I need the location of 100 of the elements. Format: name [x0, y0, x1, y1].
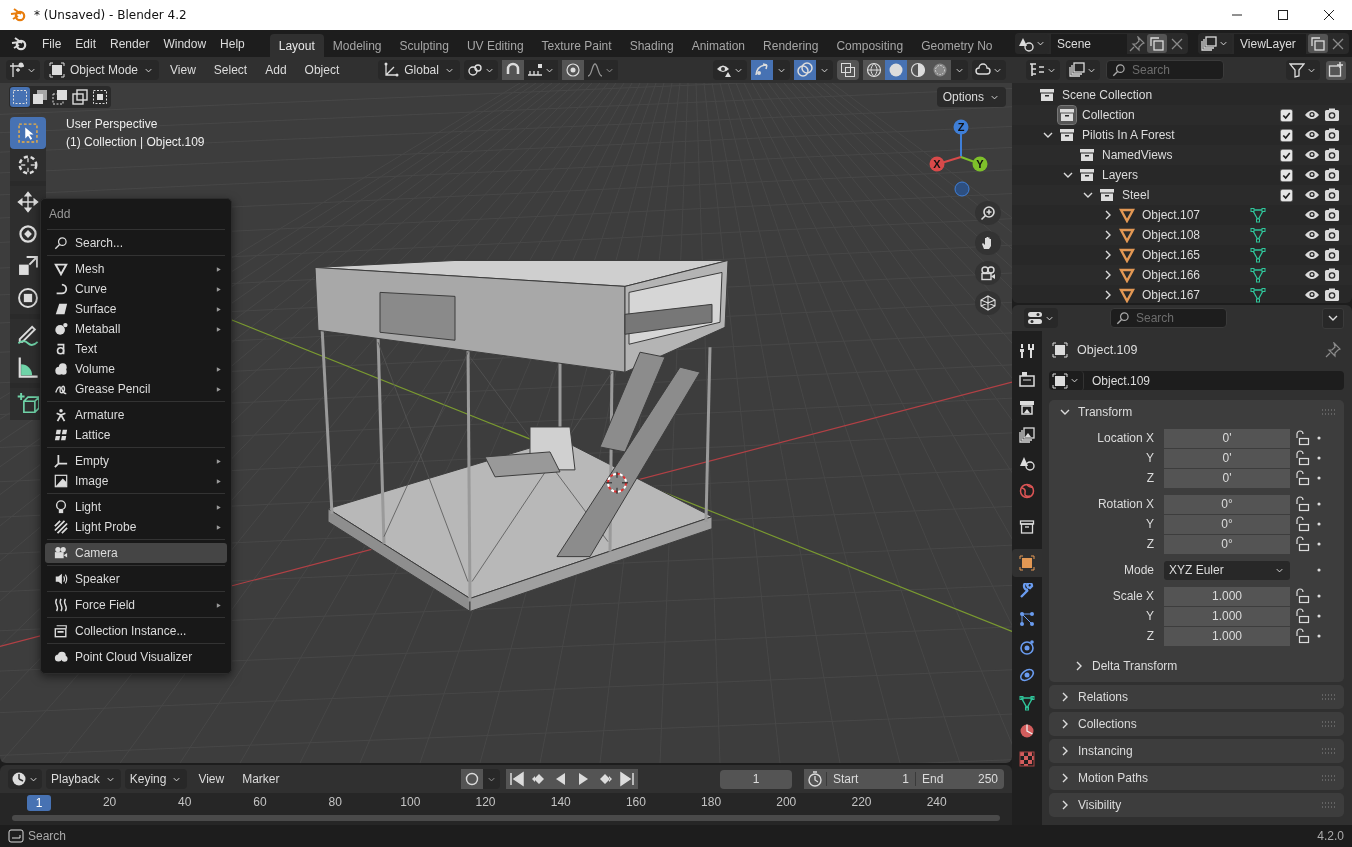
menu-item[interactable]: Window: [156, 36, 214, 51]
menu-item[interactable]: Empty: [45, 451, 227, 471]
z-axis-handle[interactable]: Z: [953, 119, 969, 135]
menu-item[interactable]: Force Field: [45, 595, 227, 615]
tree-item-label[interactable]: Collection: [1082, 108, 1135, 122]
current-frame-field[interactable]: 1: [720, 769, 792, 789]
number-field[interactable]: 1.000: [1164, 606, 1290, 626]
menu-item[interactable]: Light: [45, 497, 227, 517]
playback-dropdown[interactable]: Playback: [46, 769, 121, 789]
menu-item[interactable]: Render: [103, 36, 157, 51]
workspace-tab[interactable]: Layout: [269, 34, 324, 57]
field-label: Z: [1145, 629, 1155, 643]
workspace-tab[interactable]: Animation: [682, 34, 755, 57]
menu-item[interactable]: Help: [213, 36, 252, 51]
x-axis-handle[interactable]: X: [929, 156, 945, 172]
view-layer-name-field[interactable]: ViewLayer: [1234, 33, 1306, 54]
frame-tick-label: 60: [252, 795, 268, 809]
number-field[interactable]: 0': [1164, 468, 1290, 488]
workspace-tab[interactable]: Shading: [620, 34, 683, 57]
frame-tick-label: 140: [549, 795, 572, 809]
menu-item[interactable]: Grease Pencil: [45, 379, 227, 399]
number-field[interactable]: 1.000: [1164, 626, 1290, 646]
frame-tick-label: 220: [850, 795, 873, 809]
workspace-tab[interactable]: Rendering: [754, 34, 828, 57]
subpanel-header[interactable]: Delta Transform: [1049, 652, 1344, 678]
frame-tick-label: 120: [474, 795, 497, 809]
menu-item[interactable]: Point Cloud Visualizer: [45, 647, 227, 667]
menu-item[interactable]: Select: [206, 63, 255, 77]
workspace-tab[interactable]: Geometry No: [912, 34, 1002, 57]
workspace-tab[interactable]: Texture Paint: [532, 34, 621, 57]
number-field[interactable]: 0°: [1164, 514, 1290, 534]
field-label: Y: [1145, 517, 1155, 531]
tree-item-label[interactable]: Object.167: [1142, 288, 1201, 302]
window-title: * (Unsaved) - Blender 4.2: [34, 8, 187, 22]
field-label: Scale X: [1111, 589, 1155, 603]
object-name-field[interactable]: Object.109: [1084, 373, 1151, 388]
field-label: Rotation X: [1096, 497, 1155, 511]
menu-item[interactable]: Curve: [45, 279, 227, 299]
object-name-label: Object.109: [1077, 343, 1138, 357]
frame-tick-label: 100: [399, 795, 422, 809]
menu-item[interactable]: Volume: [45, 359, 227, 379]
menu-item[interactable]: Image: [45, 471, 227, 491]
keying-dropdown[interactable]: Keying: [124, 769, 188, 789]
menu-item[interactable]: Text: [45, 339, 227, 359]
tree-item-label[interactable]: Object.166: [1142, 268, 1201, 282]
panel-header[interactable]: Relations: [1049, 685, 1344, 709]
workspace-tab[interactable]: Sculpting: [390, 34, 458, 57]
mode-dropdown[interactable]: XYZ Euler: [1164, 560, 1290, 580]
menu-item[interactable]: Object: [297, 63, 347, 77]
tree-item-label[interactable]: Object.165: [1142, 248, 1201, 262]
y-axis-handle[interactable]: Y: [972, 156, 988, 172]
frame-tick-label: 40: [177, 795, 193, 809]
workspace-tab[interactable]: Modeling: [323, 34, 391, 57]
menu-item[interactable]: Edit: [68, 36, 104, 51]
options-dropdown[interactable]: Options: [936, 87, 1006, 107]
menu-item[interactable]: View: [163, 63, 203, 77]
panel-header[interactable]: Transform: [1049, 400, 1344, 424]
number-field[interactable]: 0°: [1164, 494, 1290, 514]
scene-name-field[interactable]: Scene: [1051, 33, 1127, 54]
number-field[interactable]: 0': [1164, 428, 1290, 448]
tree-item-label[interactable]: Layers: [1102, 168, 1139, 182]
frame-tick-label: 180: [700, 795, 723, 809]
menu-item[interactable]: Marker: [235, 772, 287, 786]
menu-item[interactable]: File: [35, 36, 69, 51]
menu-item[interactable]: Mesh: [45, 259, 227, 279]
tree-item-label[interactable]: Scene Collection: [1062, 88, 1153, 102]
menu-item[interactable]: Add: [258, 63, 294, 77]
number-field[interactable]: 0': [1164, 448, 1290, 468]
number-field[interactable]: 1.000: [1164, 586, 1290, 606]
tree-item-label[interactable]: Steel: [1122, 188, 1150, 202]
menu-item[interactable]: View: [191, 772, 232, 786]
number-field[interactable]: 0°: [1164, 534, 1290, 554]
orientation-dropdown[interactable]: Global: [378, 60, 460, 80]
menu-item[interactable]: Armature: [45, 405, 227, 425]
menu-item[interactable]: Camera: [45, 543, 227, 563]
panel-header[interactable]: Visibility: [1049, 793, 1344, 817]
playhead-marker[interactable]: 1: [27, 795, 51, 811]
panel-header[interactable]: Collections: [1049, 712, 1344, 736]
frame-tick-label: 160: [624, 795, 647, 809]
menu-item[interactable]: Lattice: [45, 425, 227, 445]
workspace-tab[interactable]: Compositing: [827, 34, 913, 57]
field-label: Y: [1145, 609, 1155, 623]
field-label: Location X: [1096, 431, 1155, 445]
tree-item-label[interactable]: NamedViews: [1102, 148, 1173, 162]
frame-tick-label: 240: [925, 795, 948, 809]
start-frame-field[interactable]: Start 1: [826, 772, 915, 786]
panel-header[interactable]: Motion Paths: [1049, 766, 1344, 790]
menu-item[interactable]: Metaball: [45, 319, 227, 339]
workspace-tab[interactable]: UV Editing: [457, 34, 533, 57]
end-frame-field[interactable]: End 250: [915, 772, 1004, 786]
mode-dropdown[interactable]: Object Mode: [44, 60, 160, 80]
tree-item-label[interactable]: Object.108: [1142, 228, 1201, 242]
tree-item-label[interactable]: Object.107: [1142, 208, 1201, 222]
tree-item-label[interactable]: Pilotis In A Forest: [1082, 128, 1175, 142]
menu-item[interactable]: Collection Instance...: [45, 621, 227, 641]
menu-item[interactable]: Speaker: [45, 569, 227, 589]
panel-header[interactable]: Instancing: [1049, 739, 1344, 763]
menu-item[interactable]: Search...: [45, 233, 227, 253]
menu-item[interactable]: Light Probe: [45, 517, 227, 537]
menu-item[interactable]: Surface: [45, 299, 227, 319]
